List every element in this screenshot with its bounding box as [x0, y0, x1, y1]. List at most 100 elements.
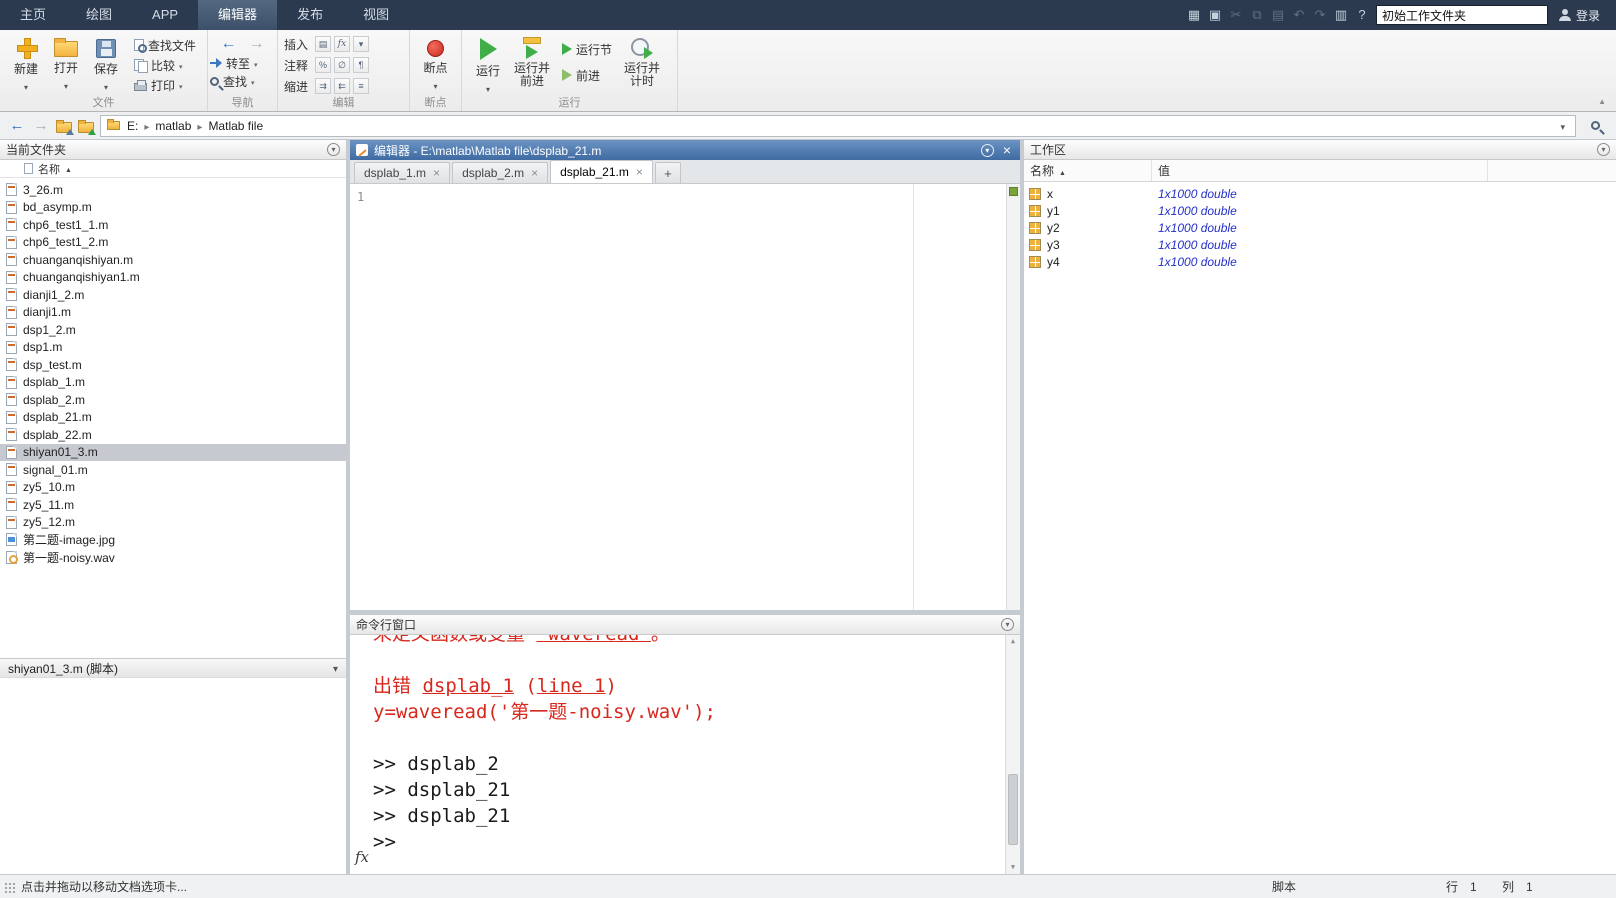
file-row[interactable]: 第一题-noisy.wav — [0, 549, 346, 567]
file-row[interactable]: dsplab_22.m — [0, 426, 346, 444]
breadcrumb-segment[interactable]: matlab — [153, 119, 193, 133]
smart-indent-icon[interactable] — [353, 78, 369, 94]
workspace-column-header[interactable]: 名称 值 — [1024, 160, 1616, 182]
save-button[interactable]: 保存 — [86, 34, 126, 96]
insert-function-icon[interactable] — [334, 36, 350, 52]
error-link[interactable]: line 1 — [537, 675, 606, 697]
panel-menu-icon[interactable] — [1597, 143, 1610, 156]
workspace-name-column[interactable]: 名称 — [1024, 160, 1152, 181]
ribbon-tab-发布[interactable]: 发布 — [277, 0, 343, 30]
ribbon-tab-APP[interactable]: APP — [132, 0, 198, 30]
path-field[interactable]: E: matlab Matlab file — [100, 114, 1576, 137]
file-row[interactable]: dsplab_21.m — [0, 409, 346, 427]
editor-scrollbar[interactable] — [1006, 184, 1020, 610]
workspace-row[interactable]: y3 1x1000 double — [1024, 236, 1616, 253]
editor-tab-dsplab_21.m[interactable]: dsplab_21.m — [550, 160, 653, 183]
drag-grip-icon[interactable] — [4, 880, 15, 893]
paste-icon[interactable]: ▤ — [1269, 0, 1287, 30]
login-button[interactable]: 登录 — [1553, 7, 1606, 24]
compare-button[interactable]: 比较 — [134, 56, 196, 74]
workspace-row[interactable]: y2 1x1000 double — [1024, 219, 1616, 236]
editor-body[interactable]: 1 — [350, 184, 1020, 610]
find-button[interactable]: 查找 — [210, 72, 275, 90]
scroll-thumb[interactable] — [1008, 773, 1018, 846]
code-analyzer-indicator[interactable] — [1009, 187, 1018, 196]
file-row[interactable]: chuanganqishiyan1.m — [0, 269, 346, 287]
file-row[interactable]: dsp1.m — [0, 339, 346, 357]
file-row[interactable]: dsplab_2.m — [0, 391, 346, 409]
browse-folder-icon[interactable] — [78, 119, 96, 135]
run-section-button[interactable]: 运行节 — [562, 40, 612, 58]
indent-right-icon[interactable] — [315, 78, 331, 94]
close-icon[interactable] — [1000, 143, 1014, 157]
file-row[interactable]: 3_26.m — [0, 181, 346, 199]
file-row[interactable]: 第二题-image.jpg — [0, 531, 346, 549]
panel-menu-icon[interactable] — [327, 143, 340, 156]
desktop-layout-icon[interactable]: ▥ — [1332, 0, 1350, 30]
editor-tab-dsplab_1.m[interactable]: dsplab_1.m — [354, 162, 451, 183]
print-button[interactable]: 打印 — [134, 76, 196, 94]
file-details-bar[interactable]: shiyan01_3.m (脚本) — [0, 658, 346, 678]
error-link[interactable]: dsplab_1 — [422, 675, 514, 697]
breakpoints-button[interactable]: 断点 — [416, 34, 455, 96]
cut-icon[interactable]: ✂ — [1227, 0, 1245, 30]
forward-button[interactable] — [32, 117, 50, 134]
workspace-value-column[interactable]: 值 — [1152, 160, 1488, 181]
up-one-level-icon[interactable] — [56, 119, 74, 135]
help-icon[interactable]: ? — [1353, 0, 1371, 30]
file-row[interactable]: dsp_test.m — [0, 356, 346, 374]
comment-icon[interactable] — [315, 57, 331, 73]
command-window-body[interactable]: 未定义函数或变量 'waveread'。出错 dsplab_1 (line 1)… — [350, 635, 1020, 874]
ribbon-tab-主页[interactable]: 主页 — [0, 0, 66, 30]
tab-close-icon[interactable] — [531, 168, 538, 178]
run-and-time-button[interactable]: 运行并 计时 — [618, 34, 666, 96]
forward-icon[interactable] — [249, 35, 265, 53]
file-row[interactable]: dsp1_2.m — [0, 321, 346, 339]
goto-button[interactable]: 转至 — [210, 54, 275, 72]
file-row[interactable]: chp6_test1_2.m — [0, 234, 346, 252]
file-row[interactable]: dianji1.m — [0, 304, 346, 322]
panel-menu-icon[interactable] — [1001, 618, 1014, 631]
redo-icon[interactable]: ↷ — [1311, 0, 1329, 30]
ribbon-tab-视图[interactable]: 视图 — [343, 0, 409, 30]
workspace-row[interactable]: y1 1x1000 double — [1024, 202, 1616, 219]
editor-menu-icon[interactable] — [980, 143, 994, 157]
back-icon[interactable] — [221, 35, 237, 53]
file-row[interactable]: bd_asymp.m — [0, 199, 346, 217]
insert-menu-icon[interactable] — [353, 36, 369, 52]
indent-left-icon[interactable] — [334, 78, 350, 94]
find-files-button[interactable]: 查找文件 — [134, 36, 196, 54]
file-row[interactable]: shiyan01_3.m — [0, 443, 346, 461]
run-and-advance-button[interactable]: 运行并 前进 — [508, 34, 556, 96]
fx-icon[interactable]: fx — [355, 848, 369, 866]
editor-tab-dsplab_2.m[interactable]: dsplab_2.m — [452, 162, 549, 183]
breadcrumb-segment[interactable]: Matlab file — [206, 119, 265, 133]
error-link[interactable]: 'waveread' — [536, 635, 650, 645]
open-button[interactable]: 打开 — [46, 34, 86, 96]
file-row[interactable]: zy5_11.m — [0, 496, 346, 514]
tab-close-icon[interactable] — [636, 167, 643, 177]
name-column-header[interactable]: 名称 — [0, 160, 346, 178]
search-input[interactable] — [1375, 5, 1548, 25]
uncomment-icon[interactable] — [334, 57, 350, 73]
new-tab-button[interactable]: + — [654, 162, 681, 183]
save-icon[interactable]: ▣ — [1206, 0, 1224, 30]
search-folder-button[interactable] — [1582, 115, 1608, 137]
collapse-ribbon-icon[interactable] — [1598, 97, 1606, 106]
back-button[interactable] — [8, 117, 26, 134]
ribbon-tab-绘图[interactable]: 绘图 — [66, 0, 132, 30]
copy-icon[interactable]: ⧉ — [1248, 0, 1266, 30]
file-row[interactable]: zy5_10.m — [0, 479, 346, 497]
path-dropdown-icon[interactable] — [1556, 119, 1569, 133]
file-row[interactable]: chuanganqishiyan.m — [0, 251, 346, 269]
file-row[interactable]: zy5_12.m — [0, 514, 346, 532]
file-row[interactable]: chp6_test1_1.m — [0, 216, 346, 234]
ribbon-tab-编辑器[interactable]: 编辑器 — [198, 0, 278, 30]
insert-section-icon[interactable] — [315, 36, 331, 52]
command-scrollbar[interactable] — [1005, 635, 1020, 874]
scroll-down-icon[interactable] — [1006, 861, 1020, 874]
file-row[interactable]: signal_01.m — [0, 461, 346, 479]
wrap-comments-icon[interactable] — [353, 57, 369, 73]
run-button[interactable]: 运行 — [468, 34, 508, 96]
tab-close-icon[interactable] — [433, 168, 440, 178]
